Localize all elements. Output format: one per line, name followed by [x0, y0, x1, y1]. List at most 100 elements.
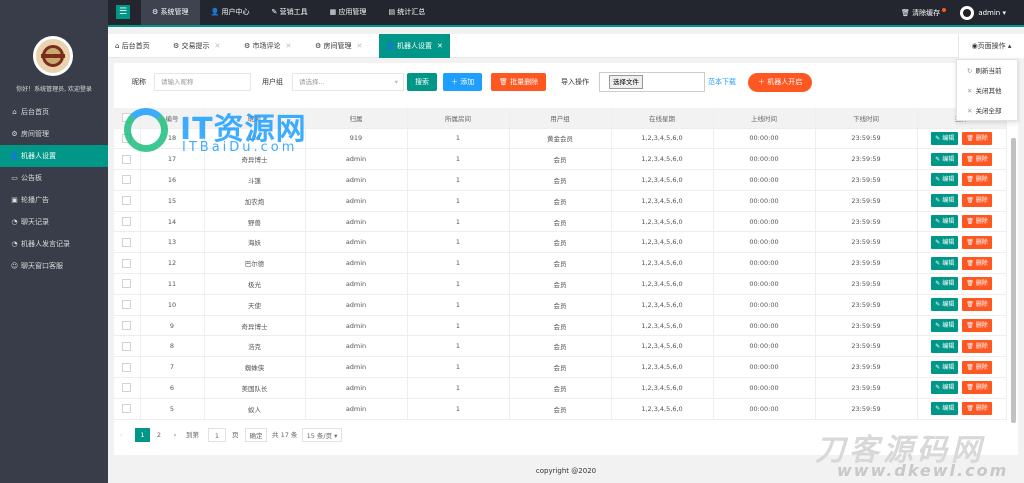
close-others-item[interactable]: ✕ 关闭其他 — [957, 82, 1017, 100]
edit-button[interactable]: ✎ 编辑 — [931, 235, 959, 249]
table-scrollbar[interactable] — [1011, 138, 1016, 423]
nav-app-management[interactable]: ▦ 应用管理 — [319, 0, 378, 25]
choose-file-button[interactable]: 选择文件 — [609, 75, 643, 89]
edit-button[interactable]: ✎ 编辑 — [931, 360, 959, 374]
refresh-icon: ↻ — [967, 67, 973, 75]
edit-button[interactable]: ✎ 编辑 — [931, 319, 959, 333]
row-checkbox[interactable] — [114, 294, 141, 316]
delete-button[interactable]: 🗑 删除 — [962, 360, 992, 374]
trash-icon: 🗑 — [966, 301, 974, 309]
clock-icon: ◔ — [11, 218, 18, 226]
delete-button[interactable]: 🗑 删除 — [962, 319, 992, 333]
delete-button[interactable]: 🗑 删除 — [962, 215, 992, 229]
sidebar-item-robot-speech-records[interactable]: ◔ 机器人发言记录 — [0, 233, 108, 255]
cell-offline-time: 23:59:59 — [815, 377, 918, 399]
delete-button[interactable]: 🗑 删除 — [962, 402, 992, 416]
row-checkbox[interactable] — [114, 398, 141, 420]
pencil-icon: ✎ — [935, 176, 941, 184]
prev-page-icon[interactable]: ‹ — [120, 428, 123, 442]
delete-button[interactable]: 🗑 删除 — [962, 173, 992, 187]
edit-button[interactable]: ✎ 编辑 — [931, 277, 959, 291]
tab-room-management[interactable]: ⚙ 房间管理 ✕ — [308, 34, 369, 58]
edit-button[interactable]: ✎ 编辑 — [931, 194, 959, 208]
row-checkbox[interactable] — [114, 169, 141, 191]
delete-button[interactable]: 🗑 删除 — [962, 339, 992, 353]
row-checkbox[interactable] — [114, 273, 141, 295]
col-header-id[interactable]: 编号 — [140, 108, 205, 129]
page-1-button[interactable]: 1 — [135, 428, 150, 442]
tab-robot-settings[interactable]: 👤 机器人设置 ✕ — [379, 34, 450, 58]
nav-system-management[interactable]: ⚙ 系统管理 — [141, 0, 200, 25]
close-icon[interactable]: ✕ — [437, 42, 443, 50]
row-checkbox[interactable] — [114, 252, 141, 275]
template-download-link[interactable]: 范本下载 — [708, 77, 736, 87]
add-button[interactable]: ＋ 添加 — [443, 73, 483, 91]
robot-start-button[interactable]: ＋ 机器人开启 — [748, 73, 813, 92]
goto-confirm-button[interactable]: 确定 — [245, 428, 267, 442]
page-number-input[interactable]: 1 — [208, 428, 226, 442]
edit-button[interactable]: ✎ 编辑 — [931, 256, 959, 270]
edit-button[interactable]: ✎ 编辑 — [931, 173, 959, 187]
delete-button[interactable]: 🗑 删除 — [962, 131, 992, 145]
close-icon[interactable]: ✕ — [215, 42, 221, 50]
tab-trade-tips[interactable]: ⚙ 交易提示 ✕ — [166, 34, 227, 58]
sidebar-item-notice-board[interactable]: ▭ 公告板 — [0, 167, 108, 189]
edit-button[interactable]: ✎ 编辑 — [931, 215, 959, 229]
close-icon[interactable]: ✕ — [357, 42, 363, 50]
batch-delete-button[interactable]: 🗑 批量删除 — [491, 73, 547, 91]
gear-icon: ⚙ — [244, 42, 251, 50]
delete-button[interactable]: 🗑 删除 — [962, 381, 992, 395]
cell-room: 1 — [407, 273, 510, 295]
pen-icon: ✎ — [271, 8, 278, 16]
row-checkbox[interactable] — [114, 128, 141, 150]
next-page-icon[interactable]: › — [171, 428, 179, 442]
sidebar-item-chat-support[interactable]: ☺ 聊天窗口客服 — [0, 255, 108, 277]
row-checkbox[interactable] — [114, 231, 141, 254]
delete-button[interactable]: 🗑 删除 — [962, 277, 992, 291]
edit-button[interactable]: ✎ 编辑 — [931, 339, 959, 353]
caret-up-icon: ▴ — [1007, 42, 1012, 50]
select-all-checkbox[interactable] — [114, 108, 141, 129]
delete-button[interactable]: 🗑 删除 — [962, 256, 992, 270]
nav-user-center[interactable]: 👤 用户中心 — [200, 0, 261, 25]
per-page-select[interactable]: 15 条/页 ▾ — [302, 428, 342, 442]
cell-room: 1 — [407, 335, 510, 358]
row-checkbox[interactable] — [114, 356, 141, 379]
search-button[interactable]: 搜索 — [407, 73, 437, 91]
edit-button[interactable]: ✎ 编辑 — [931, 381, 959, 395]
group-select[interactable]: 请选择... ▾ — [292, 73, 404, 91]
tab-market-comments[interactable]: ⚙ 市场评论 ✕ — [237, 34, 298, 58]
cell-nickname: 海妖 — [204, 231, 306, 254]
refresh-current-item[interactable]: ↻ 刷新当前 — [957, 62, 1017, 80]
sidebar-item-chat-records[interactable]: ◔ 聊天记录 — [0, 211, 108, 233]
nav-marketing-tools[interactable]: ✎ 营销工具 — [260, 0, 318, 25]
sidebar-item-carousel-ads[interactable]: ▣ 轮播广告 — [0, 189, 108, 211]
edit-button[interactable]: ✎ 编辑 — [931, 152, 959, 166]
sidebar-item-robot-settings[interactable]: 👤 机器人设置 — [0, 145, 108, 167]
edit-button[interactable]: ✎ 编辑 — [931, 298, 959, 312]
tab-home[interactable]: ⌂ 后台首页 — [108, 34, 157, 58]
clear-cache-button[interactable]: 🗑 清除缓存 — [901, 7, 947, 18]
delete-button[interactable]: 🗑 删除 — [962, 194, 992, 208]
page-operations-button[interactable]: ◉页面操作 ▴ — [958, 34, 1024, 58]
delete-button[interactable]: 🗑 删除 — [962, 152, 992, 166]
nickname-input[interactable]: 请输入昵称 — [154, 73, 251, 91]
close-all-item[interactable]: ✕ 关闭全部 — [957, 102, 1017, 120]
edit-button[interactable]: ✎ 编辑 — [931, 131, 959, 145]
row-checkbox[interactable] — [114, 211, 141, 233]
user-menu[interactable]: admin ▾ — [960, 5, 1006, 20]
delete-button[interactable]: 🗑 删除 — [962, 298, 992, 312]
delete-button[interactable]: 🗑 删除 — [962, 235, 992, 249]
sidebar-item-home[interactable]: ⌂ 后台首页 — [0, 101, 108, 123]
row-checkbox[interactable] — [114, 335, 141, 358]
menu-toggle-icon[interactable]: ☰ — [116, 5, 130, 19]
row-checkbox[interactable] — [114, 148, 141, 171]
nav-statistics[interactable]: ▤ 统计汇总 — [377, 0, 436, 25]
row-checkbox[interactable] — [114, 190, 141, 212]
row-checkbox[interactable] — [114, 377, 141, 399]
page-2-button[interactable]: 2 — [152, 428, 166, 442]
sidebar-item-rooms[interactable]: ⚙ 房间管理 — [0, 123, 108, 145]
close-icon[interactable]: ✕ — [286, 42, 292, 50]
row-checkbox[interactable] — [114, 315, 141, 337]
edit-button[interactable]: ✎ 编辑 — [931, 402, 959, 416]
